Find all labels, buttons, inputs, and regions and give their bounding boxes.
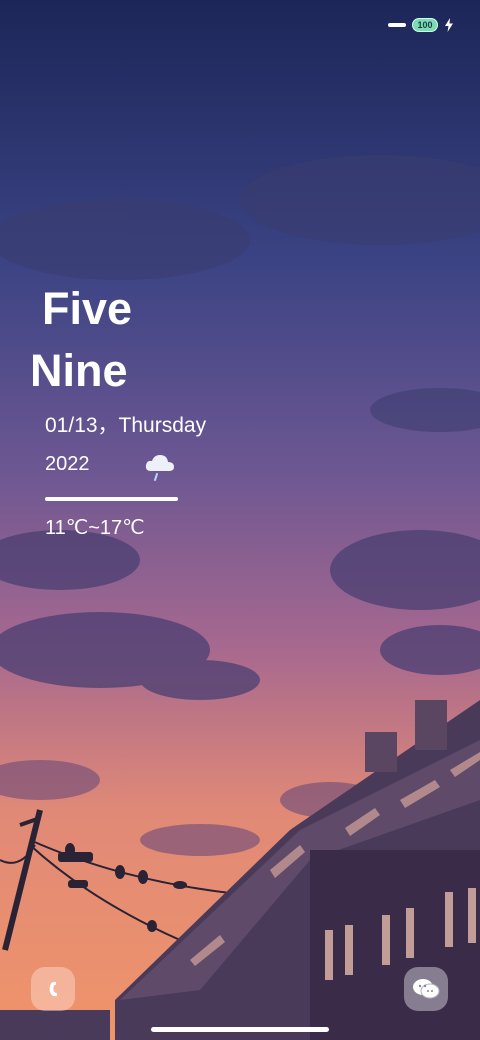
battery-icon: 100 [412,18,438,32]
status-bar: 100 [388,18,454,32]
clock-text: Five Nine [30,278,132,402]
phone-button[interactable] [31,967,75,1011]
clock-minute: Nine [30,345,128,396]
phone-icon [49,981,57,997]
temperature-bar [45,497,178,501]
chat-icon [413,979,440,999]
temperature-range: 11℃~17℃ [45,517,145,539]
charging-bolt-icon [445,18,453,32]
battery-level: 100 [417,20,433,30]
year-text: 2022 [45,453,90,475]
clock-hour: Five [42,283,133,334]
chat-button[interactable] [404,967,448,1011]
home-indicator[interactable] [151,1027,329,1032]
cloud-rain-icon [145,455,174,481]
date-text: 01/13，Thursday [45,414,207,437]
signal-indicator [388,23,406,27]
